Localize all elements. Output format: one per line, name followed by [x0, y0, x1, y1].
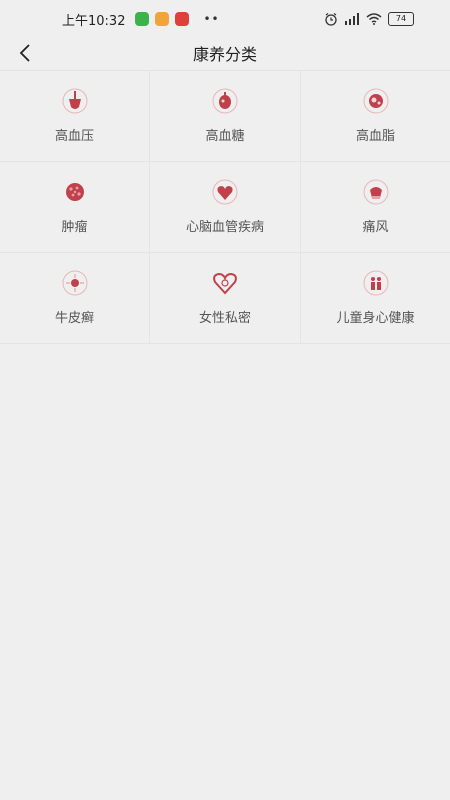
signal-icon [345, 13, 359, 25]
category-label: 牛皮癣 [54, 311, 94, 326]
message-notification-icon [155, 12, 170, 26]
cardio-cerebrovascular-icon [211, 178, 239, 206]
female-health-icon [211, 269, 239, 297]
blood-sugar-icon [211, 87, 239, 115]
category-female-health[interactable]: 女性私密 [150, 253, 301, 344]
category-label: 高血脂 [355, 129, 395, 144]
category-hyperlipidemia[interactable]: 高血脂 [301, 71, 450, 162]
nav-bar: 康养分类 [0, 38, 450, 68]
blood-pressure-icon [61, 87, 89, 115]
page-title: 康养分类 [192, 45, 257, 64]
category-psoriasis[interactable]: 牛皮癣 [0, 253, 150, 344]
alarm-icon [325, 13, 337, 26]
psoriasis-icon [61, 269, 89, 297]
chevron-left-icon [19, 44, 30, 62]
category-label: 肿瘤 [61, 220, 88, 235]
wechat-notification-icon [135, 12, 150, 26]
category-cardio-cerebrovascular[interactable]: 心脑血管疾病 [150, 162, 301, 253]
category-gout[interactable]: 痛风 [301, 162, 450, 253]
category-label: 女性私密 [198, 311, 251, 326]
category-hyperglycemia[interactable]: 高血糖 [150, 71, 301, 162]
gout-icon [362, 178, 390, 206]
category-label: 儿童身心健康 [336, 311, 415, 326]
back-button[interactable] [14, 38, 36, 68]
category-label: 痛风 [362, 220, 389, 235]
category-child-health[interactable]: 儿童身心健康 [301, 253, 450, 344]
status-right: 74 [324, 12, 414, 26]
category-grid: 高血压 高血糖 高血脂 肿瘤 心脑血管疾病 痛风 牛皮癣 女性私密 儿童身心健康 [0, 71, 450, 344]
status-bar: 上午10:32 •• 74 [0, 0, 450, 38]
more-notifications-icon: •• [203, 12, 220, 26]
tumor-icon [61, 178, 89, 206]
blood-lipid-icon [362, 87, 390, 115]
category-hypertension[interactable]: 高血压 [0, 71, 150, 162]
app-notification-icon [175, 12, 190, 26]
category-label: 高血糖 [205, 129, 245, 144]
battery-icon: 74 [388, 12, 414, 26]
child-health-icon [362, 269, 390, 297]
status-left: 上午10:32 •• [62, 10, 220, 29]
wifi-icon [366, 13, 382, 25]
category-label: 高血压 [54, 129, 94, 144]
status-time: 上午10:32 [62, 13, 126, 29]
category-tumor[interactable]: 肿瘤 [0, 162, 150, 253]
category-label: 心脑血管疾病 [185, 220, 264, 235]
